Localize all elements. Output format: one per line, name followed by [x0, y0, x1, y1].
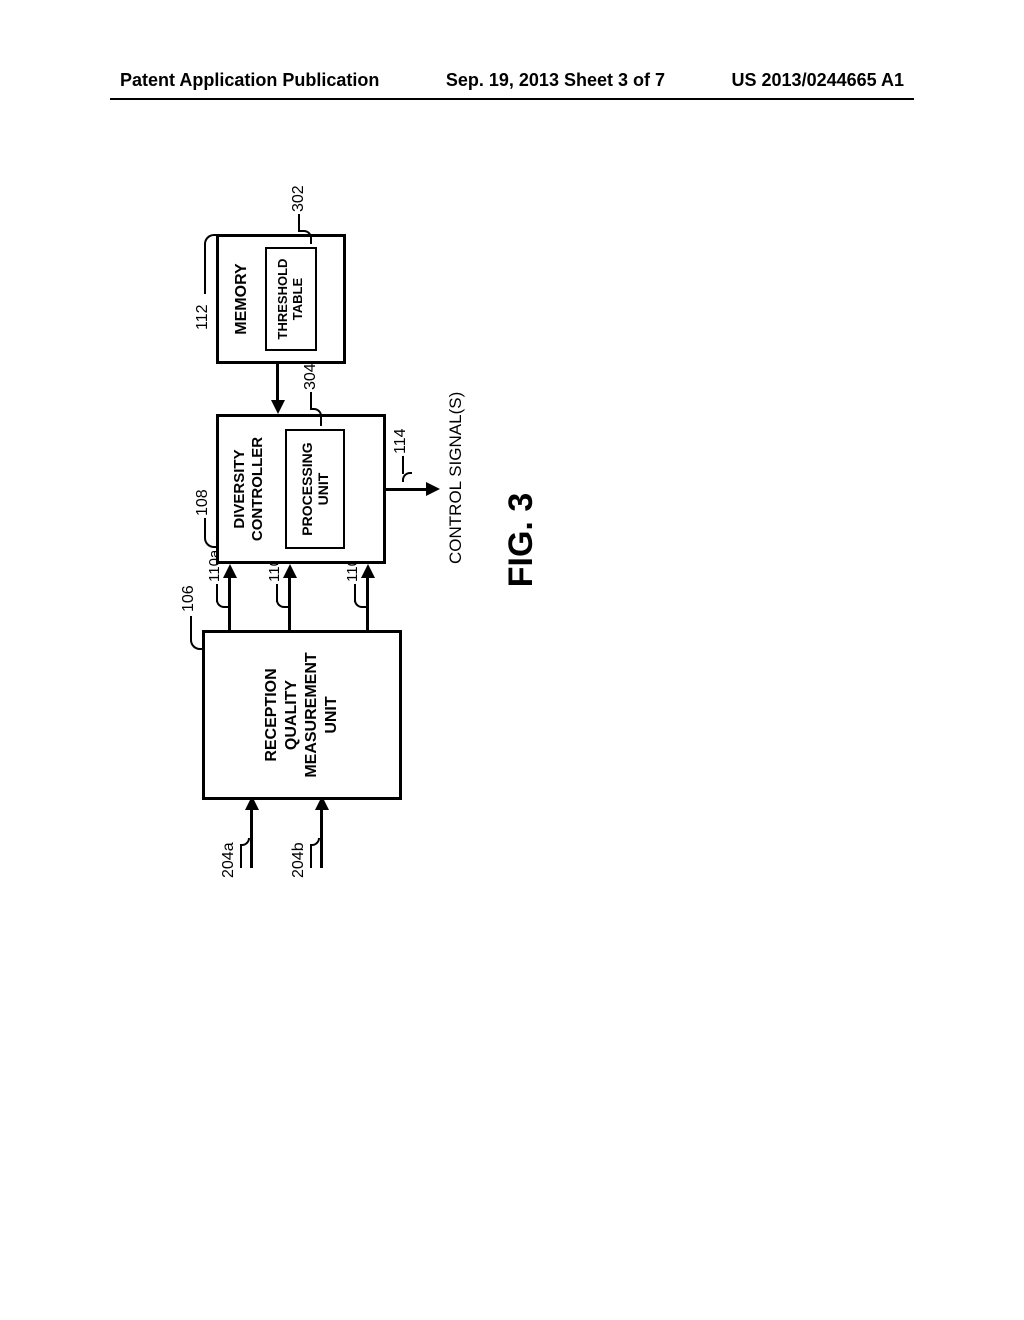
lead-curve-204a — [240, 838, 250, 846]
label-108: 108 — [194, 489, 212, 516]
header-center: Sep. 19, 2013 Sheet 3 of 7 — [446, 70, 665, 91]
page: Patent Application Publication Sep. 19, … — [0, 0, 1024, 1320]
block-rqmu-label: RECEPTION QUALITY MEASUREMENT UNIT — [262, 652, 342, 777]
arrow-204b — [320, 808, 323, 868]
arrow-head-110b — [361, 564, 375, 578]
header-rule — [110, 98, 914, 100]
block-threshold: THRESHOLD TABLE — [265, 247, 317, 351]
label-304: 304 — [302, 363, 320, 390]
lead-112 — [204, 244, 206, 294]
block-threshold-label: THRESHOLD TABLE — [276, 259, 306, 340]
header-right: US 2013/0244665 A1 — [732, 70, 904, 91]
lead-110b — [354, 584, 356, 602]
label-204a: 204a — [220, 842, 238, 878]
block-processing: PROCESSING UNIT — [285, 429, 345, 549]
label-control-signals: CONTROL SIGNAL(S) — [446, 392, 466, 564]
lead-204b — [310, 844, 312, 868]
arrow-head-110c — [283, 564, 297, 578]
block-rqmu: RECEPTION QUALITY MEASUREMENT UNIT — [202, 630, 402, 800]
lead-curve-304 — [312, 408, 322, 426]
label-114: 114 — [392, 428, 410, 454]
arrow-memory-to-controller — [276, 364, 279, 404]
lead-108 — [204, 518, 206, 538]
figure-label: FIG. 3 — [502, 280, 541, 800]
lead-110a — [216, 584, 218, 602]
label-112: 112 — [194, 304, 212, 330]
lead-curve-302 — [300, 230, 312, 244]
block-diversity: DIVERSITY CONTROLLER PROCESSING UNIT — [216, 414, 386, 564]
arrow-head-114 — [426, 483, 440, 497]
lead-304 — [310, 392, 312, 410]
arrow-110c — [288, 576, 291, 630]
block-processing-label: PROCESSING UNIT — [299, 442, 331, 535]
block-memory-label: MEMORY — [233, 263, 251, 334]
lead-114 — [402, 456, 404, 474]
arrow-110a — [228, 576, 231, 630]
diagram-fig3: 204a 204b RECEPTION QUALITY MEASUREMENT … — [202, 280, 822, 800]
arrow-204a — [250, 808, 253, 868]
label-204b: 204b — [290, 842, 308, 878]
lead-110c — [276, 584, 278, 602]
lead-302 — [298, 214, 300, 232]
label-302: 302 — [290, 185, 308, 212]
arrow-head-110a — [223, 564, 237, 578]
arrow-110b — [366, 576, 369, 630]
block-diversity-label: DIVERSITY CONTROLLER — [231, 437, 267, 541]
arrow-114 — [386, 488, 428, 491]
block-memory: MEMORY THRESHOLD TABLE — [216, 234, 346, 364]
lead-curve-204b — [310, 838, 320, 846]
page-header: Patent Application Publication Sep. 19, … — [0, 70, 1024, 91]
lead-204a — [240, 844, 242, 868]
label-106: 106 — [180, 585, 198, 612]
lead-106 — [190, 616, 192, 640]
header-left: Patent Application Publication — [120, 70, 379, 91]
arrow-head-memory-to-controller — [271, 400, 285, 414]
